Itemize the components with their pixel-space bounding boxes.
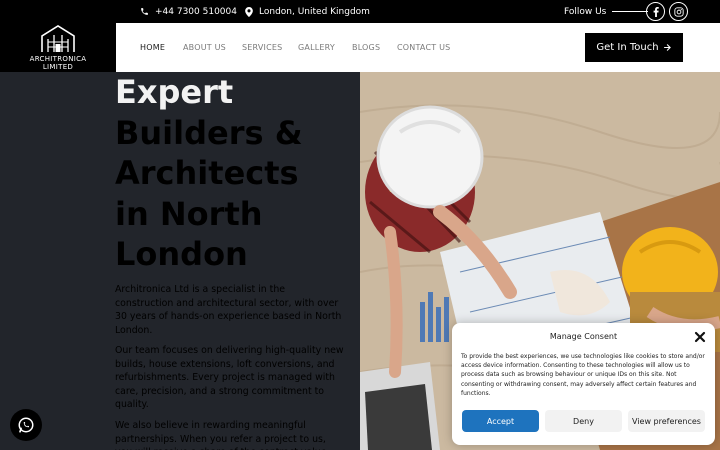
phone-icon <box>141 8 148 15</box>
whatsapp-button[interactable] <box>10 409 42 441</box>
nav-item-home[interactable]: HOME <box>140 23 165 72</box>
map-pin-icon <box>245 6 253 17</box>
headline-line-2: Builders & <box>115 113 303 152</box>
whatsapp-icon <box>18 417 34 433</box>
nav-item-services[interactable]: SERVICES <box>242 23 282 72</box>
hero-headline: Expert Builders & Architects in North Lo… <box>115 72 355 275</box>
phone-number: +44 7300 510004 <box>155 6 237 17</box>
get-in-touch-label: Get In Touch <box>596 42 659 53</box>
nav-item-blogs[interactable]: BLOGS <box>352 23 380 72</box>
phone-contact[interactable]: +44 7300 510004 <box>140 0 237 23</box>
deny-button[interactable]: Deny <box>545 410 622 432</box>
follow-us-label: Follow Us <box>564 6 607 17</box>
view-preferences-button[interactable]: View preferences <box>628 410 705 432</box>
hero-paragraph-1: Architronica Ltd is a specialist in the … <box>115 284 342 336</box>
location-contact: London, United Kingdom <box>245 0 370 23</box>
get-in-touch-button[interactable]: Get In Touch <box>585 33 683 62</box>
logo-icon <box>41 25 75 52</box>
accept-button[interactable]: Accept <box>462 410 539 432</box>
headline-line-1: Expert <box>115 73 234 111</box>
consent-title: Manage Consent <box>549 332 618 341</box>
arrow-right-icon <box>663 44 671 51</box>
logo-text: ARCHITRONICA LIMITED <box>30 55 87 71</box>
hero-paragraph-2: Our team focuses on delivering high-qual… <box>115 345 344 410</box>
logo-name: ARCHITRONICA <box>29 55 87 63</box>
close-icon[interactable] <box>694 331 706 343</box>
instagram-icon <box>673 6 684 17</box>
follow-us: Follow Us <box>564 0 649 23</box>
logo-sub: LIMITED <box>42 63 74 71</box>
headline-line-3: Architects <box>115 154 299 192</box>
consent-body-text: To provide the best experiences, we use … <box>461 353 705 397</box>
facebook-link[interactable] <box>646 2 665 21</box>
instagram-link[interactable] <box>669 2 688 21</box>
hero-paragraph-3: We also believe in rewarding meaningful … <box>115 420 330 450</box>
follow-divider <box>612 11 649 12</box>
nav-item-about-us[interactable]: ABOUT US <box>183 23 226 72</box>
location-text: London, United Kingdom <box>259 6 370 17</box>
nav-item-contact-us[interactable]: CONTACT US <box>397 23 450 72</box>
nav-item-gallery[interactable]: GALLERY <box>298 23 335 72</box>
top-bar: +44 7300 510004 London, United Kingdom F… <box>0 0 720 23</box>
headline-line-4: in North <box>115 194 263 233</box>
facebook-icon <box>653 6 659 17</box>
site-logo[interactable]: ARCHITRONICA LIMITED <box>0 23 116 72</box>
cookie-consent-dialog: Manage Consent To provide the best exper… <box>452 323 715 445</box>
headline-line-5: London <box>115 235 248 273</box>
